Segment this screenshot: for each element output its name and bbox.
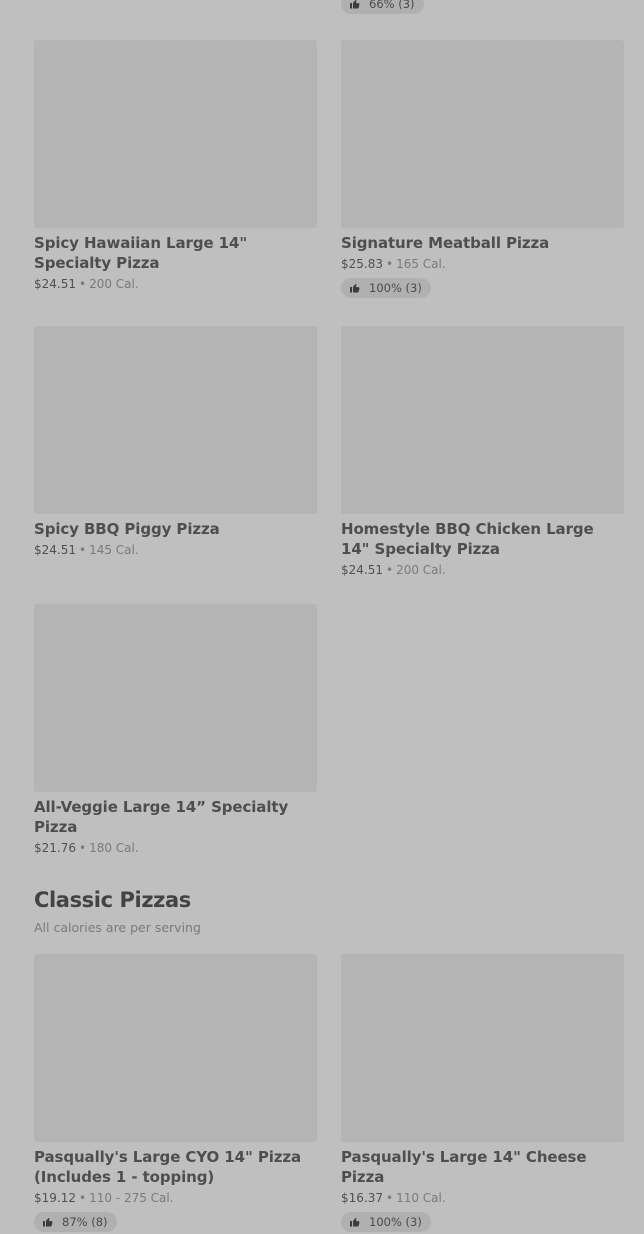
thumbs-up-icon <box>350 0 360 9</box>
rating-text: 100% (3) <box>369 281 422 295</box>
menu-item-meta: $19.12 • 110 - 275 Cal. <box>34 1190 317 1206</box>
menu-item-calories: 110 - 275 Cal. <box>89 1191 174 1205</box>
menu-item-rating: 87% (8) <box>34 1212 117 1232</box>
menu-item-calories: 145 Cal. <box>89 543 139 557</box>
menu-item-card[interactable]: Pasqually's Large CYO 14" Pizza (Include… <box>34 954 317 1232</box>
menu-item-card[interactable]: Signature Meatball Pizza $25.83 • 165 Cal.… <box>341 40 624 298</box>
menu-item-image[interactable] <box>341 326 624 514</box>
menu-item-meta: $21.76 • 180 Cal. <box>34 840 317 856</box>
separator-dot: • <box>79 841 87 855</box>
menu-item-price: $24.51 <box>341 563 383 577</box>
thumbs-up-icon <box>350 283 360 293</box>
thumbs-up-icon <box>43 1217 53 1227</box>
menu-item-rating: 66% (3) <box>341 0 424 14</box>
separator-dot: • <box>386 1191 394 1205</box>
menu-item-name: Homestyle BBQ Chicken Large 14" Specialt… <box>341 520 594 558</box>
menu-item-meta: $25.83 • 165 Cal. <box>341 256 624 272</box>
rating-text: 87% (8) <box>62 1215 108 1229</box>
menu-item-price: $24.51 <box>34 277 76 291</box>
menu-item-card[interactable]: Pasqually's Large 14" Cheese Pizza $16.3… <box>341 954 624 1232</box>
separator-dot: • <box>79 277 87 291</box>
rating-text: 100% (3) <box>369 1215 422 1229</box>
menu-item-card[interactable]: All-Veggie Large 14” Specialty Pizza $21… <box>34 604 317 856</box>
menu-item-name: Pasqually's Large CYO 14" Pizza (Include… <box>34 1148 302 1186</box>
menu-item-name: Pasqually's Large 14" Cheese Pizza <box>341 1148 587 1186</box>
menu-item-name: Spicy Hawaiian Large 14" Specialty Pizza <box>34 234 248 272</box>
menu-item-calories: 200 Cal. <box>396 563 446 577</box>
menu-item-image[interactable] <box>34 326 317 514</box>
menu-item-meta: $24.51 • 200 Cal. <box>34 276 317 292</box>
menu-item-card[interactable]: Spicy BBQ Piggy Pizza $24.51 • 145 Cal. <box>34 326 317 558</box>
menu-item-image[interactable] <box>34 954 317 1142</box>
menu-item-meta: $24.51 • 145 Cal. <box>34 542 317 558</box>
section-title: Classic Pizzas <box>34 888 191 912</box>
menu-item-calories: 180 Cal. <box>89 841 139 855</box>
separator-dot: • <box>79 543 87 557</box>
menu-item-rating: 100% (3) <box>341 278 431 298</box>
menu-item-price: $21.76 <box>34 841 76 855</box>
menu-item-calories: 200 Cal. <box>89 277 139 291</box>
menu-item-price: $19.12 <box>34 1191 76 1205</box>
menu-item-name: All-Veggie Large 14” Specialty Pizza <box>34 798 289 836</box>
menu-item-card[interactable]: Homestyle BBQ Chicken Large 14" Specialt… <box>341 326 624 578</box>
separator-dot: • <box>386 563 394 577</box>
menu-item-calories: 165 Cal. <box>396 257 446 271</box>
menu-item-image[interactable] <box>341 40 624 228</box>
separator-dot: • <box>79 1191 87 1205</box>
separator-dot: • <box>386 257 394 271</box>
menu-item-price: $24.51 <box>34 543 76 557</box>
menu-item-price: $25.83 <box>341 257 383 271</box>
menu-item-price: $16.37 <box>341 1191 383 1205</box>
menu-item-meta: $24.51 • 200 Cal. <box>341 562 624 578</box>
menu-item-calories: 110 Cal. <box>396 1191 446 1205</box>
menu-item-image[interactable] <box>34 604 317 792</box>
menu-item-image[interactable] <box>34 40 317 228</box>
menu-item-name: Signature Meatball Pizza <box>341 234 550 252</box>
menu-item-card[interactable]: Spicy Hawaiian Large 14" Specialty Pizza… <box>34 40 317 292</box>
section-subtitle: All calories are per serving <box>34 920 201 935</box>
menu-item-rating: 100% (3) <box>341 1212 431 1232</box>
menu-item-image[interactable] <box>341 954 624 1142</box>
rating-text: 66% (3) <box>369 0 415 11</box>
menu-item-meta: $16.37 • 110 Cal. <box>341 1190 624 1206</box>
thumbs-up-icon <box>350 1217 360 1227</box>
menu-item-name: Spicy BBQ Piggy Pizza <box>34 520 220 538</box>
